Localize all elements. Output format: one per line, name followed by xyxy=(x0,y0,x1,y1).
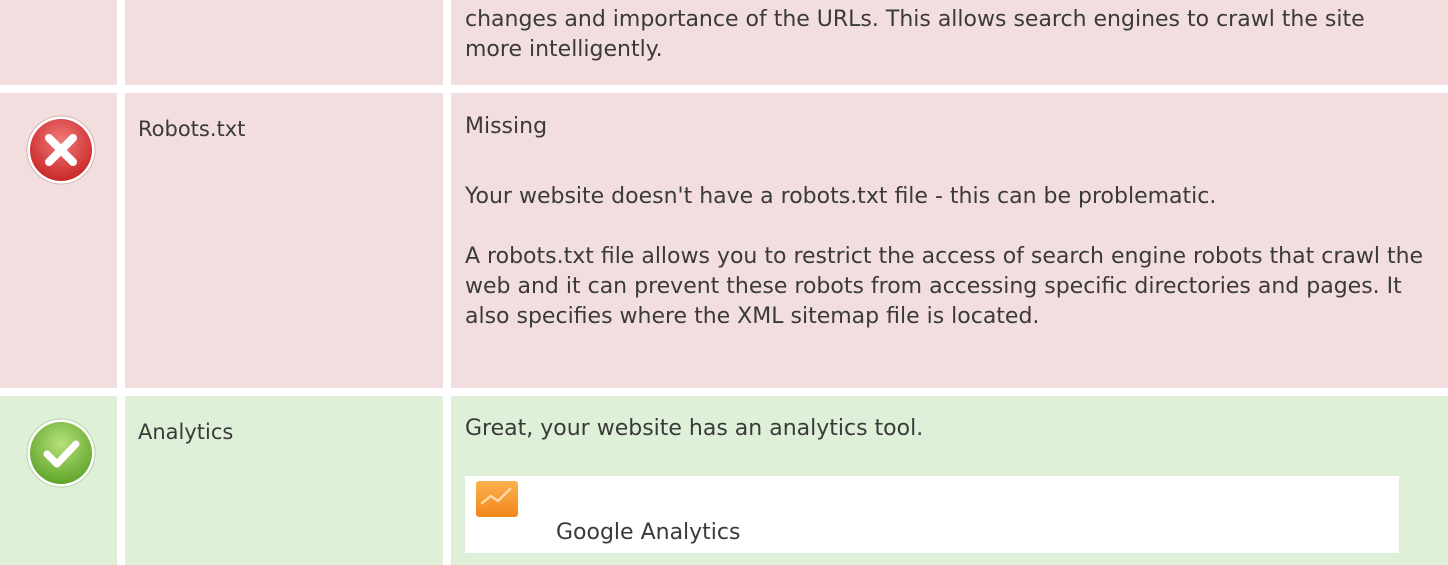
google-analytics-icon xyxy=(476,481,518,517)
robots-status: Missing xyxy=(465,114,548,139)
analytics-tool-label: Google Analytics xyxy=(556,520,741,545)
check-description-cell: Great, your website has an analytics too… xyxy=(451,396,1448,565)
check-description-cell: changes and importance of the URLs. This… xyxy=(451,0,1448,85)
error-x-icon xyxy=(26,115,96,185)
robots-warning: Your website doesn't have a robots.txt f… xyxy=(465,184,1217,209)
check-name: Robots.txt xyxy=(138,117,246,141)
check-name-cell: Analytics xyxy=(125,396,443,565)
analytics-tool-card: Google Analytics xyxy=(465,476,1399,553)
check-name: Analytics xyxy=(138,420,234,444)
check-description-cell: Missing Your website doesn't have a robo… xyxy=(451,93,1448,388)
check-row-sitemap: changes and importance of the URLs. This… xyxy=(0,0,1448,85)
analytics-message: Great, your website has an analytics too… xyxy=(465,416,924,441)
sitemap-description: changes and importance of the URLs. This… xyxy=(465,7,1365,62)
check-row-analytics: Analytics Great, your website has an ana… xyxy=(0,396,1448,565)
check-name-cell xyxy=(125,0,443,85)
status-cell xyxy=(0,396,117,565)
robots-explanation: A robots.txt file allows you to restrict… xyxy=(465,244,1424,329)
check-row-robots: Robots.txt Missing Your website doesn't … xyxy=(0,93,1448,388)
success-check-icon xyxy=(26,418,96,488)
status-cell xyxy=(0,93,117,388)
status-cell xyxy=(0,0,117,85)
check-name-cell: Robots.txt xyxy=(125,93,443,388)
